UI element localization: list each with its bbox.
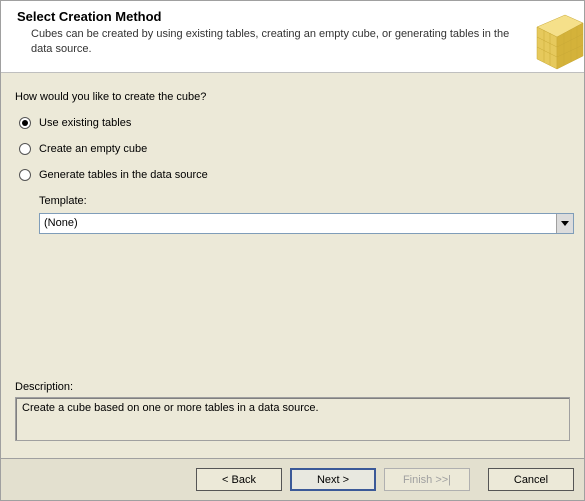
radio-icon	[19, 169, 31, 181]
wizard-dialog: Select Creation Method Cubes can be crea…	[0, 0, 585, 501]
description-section: Description: Create a cube based on one …	[15, 381, 570, 441]
dialog-body: How would you like to create the cube? U…	[1, 73, 584, 234]
dropdown-button[interactable]	[556, 214, 573, 233]
next-button[interactable]: Next >	[290, 468, 376, 491]
header-description: Cubes can be created by using existing t…	[31, 27, 512, 57]
description-box: Create a cube based on one or more table…	[15, 397, 570, 441]
template-section: Template: (None)	[39, 195, 570, 234]
cube-icon	[509, 1, 584, 73]
radio-icon	[19, 143, 31, 155]
radio-icon	[19, 117, 31, 129]
description-label: Description:	[15, 381, 570, 393]
option-label: Create an empty cube	[39, 143, 147, 155]
template-combobox[interactable]: (None)	[39, 213, 574, 234]
option-use-existing[interactable]: Use existing tables	[19, 117, 570, 129]
option-create-empty[interactable]: Create an empty cube	[19, 143, 570, 155]
dialog-header: Select Creation Method Cubes can be crea…	[1, 1, 584, 73]
question-label: How would you like to create the cube?	[15, 91, 570, 103]
option-generate-tables[interactable]: Generate tables in the data source	[19, 169, 570, 181]
template-label: Template:	[39, 195, 570, 207]
dialog-footer: < Back Next > Finish >>| Cancel	[1, 458, 584, 500]
finish-button: Finish >>|	[384, 468, 470, 491]
template-value: (None)	[40, 214, 556, 233]
description-text: Create a cube based on one or more table…	[22, 402, 319, 414]
cancel-button[interactable]: Cancel	[488, 468, 574, 491]
chevron-down-icon	[561, 221, 569, 226]
header-title: Select Creation Method	[17, 9, 584, 24]
option-label: Use existing tables	[39, 117, 131, 129]
back-button[interactable]: < Back	[196, 468, 282, 491]
option-label: Generate tables in the data source	[39, 169, 208, 181]
